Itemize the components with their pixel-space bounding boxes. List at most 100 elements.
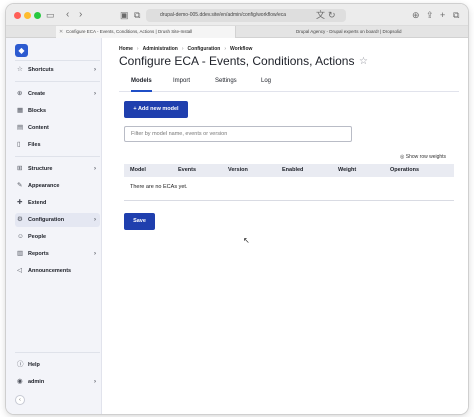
sidebar-toggle-icon[interactable]: ▭ <box>46 9 55 21</box>
new-tab-icon[interactable]: + <box>440 9 445 21</box>
column-events: Events <box>178 167 197 173</box>
forward-icon[interactable]: › <box>79 9 82 21</box>
sidebar-item-help[interactable]: ⓘ Help <box>15 358 100 372</box>
chevron-right-icon: › <box>94 166 96 172</box>
back-icon[interactable]: ‹ <box>66 9 69 21</box>
save-button[interactable]: Save <box>124 213 155 230</box>
chart-icon: ▥ <box>17 250 24 257</box>
close-window-button[interactable] <box>14 12 21 19</box>
chevron-left-icon: ‹ <box>19 397 21 403</box>
breadcrumb-separator: › <box>224 46 226 52</box>
table-header: Model Events Version Enabled Weight Oper… <box>124 164 454 177</box>
tab-overview-icon[interactable]: ⧉ <box>134 9 140 21</box>
sidebar-item-label: Content <box>28 125 49 131</box>
breadcrumb-configuration[interactable]: Configuration <box>188 46 221 52</box>
megaphone-icon: ◁ <box>17 267 22 274</box>
breadcrumb-administration[interactable]: Administration <box>143 46 178 52</box>
collapse-sidebar-button[interactable]: ‹ <box>15 395 25 405</box>
wrench-icon: ⚙ <box>17 216 23 223</box>
drupal-logo-icon[interactable]: ◆ <box>15 44 28 57</box>
sidebar-item-admin[interactable]: ◉ admin › <box>15 375 100 389</box>
show-row-weights-link[interactable]: ◎ Show row weights <box>400 154 446 160</box>
browser-window: ▭ ‹ › ▣ ⧉ drupal-demo-005.ddev.site/en/a… <box>6 4 468 414</box>
document-icon: ▤ <box>17 124 24 131</box>
sidebar-item-label: Reports <box>28 251 49 257</box>
close-tab-icon[interactable]: ✕ <box>59 26 63 38</box>
sidebar-item-label: Structure <box>28 166 53 172</box>
tabs-icon[interactable]: ⧉ <box>453 9 459 21</box>
breadcrumb-separator: › <box>136 46 139 52</box>
chevron-right-icon: › <box>94 67 96 73</box>
browser-tab-label: Drupal Agency - Drupal experts on board!… <box>296 29 402 34</box>
star-icon: ☆ <box>17 66 23 73</box>
minimize-window-button[interactable] <box>24 12 31 19</box>
column-weight: Weight <box>338 167 357 173</box>
tab-models[interactable]: Models <box>131 76 152 92</box>
breadcrumb-separator: › <box>181 46 184 52</box>
reload-icon[interactable]: ↻ <box>328 9 336 21</box>
sidebar-item-files[interactable]: ▯ Files <box>15 138 100 152</box>
show-row-weights-label: Show row weights <box>405 154 447 160</box>
download-icon[interactable]: ⊕ <box>412 9 420 21</box>
sidebar-item-label: Blocks <box>28 108 47 114</box>
chevron-right-icon: › <box>94 217 96 223</box>
table-divider <box>124 200 454 201</box>
add-new-model-button[interactable]: + Add new model <box>124 101 188 118</box>
sidebar-item-reports[interactable]: ▥ Reports › <box>15 247 100 261</box>
sidebar-item-label: Shortcuts <box>28 67 54 73</box>
tab-import[interactable]: Import <box>173 76 190 86</box>
sidebar-item-configuration[interactable]: ⚙ Configuration › <box>15 213 100 227</box>
browser-titlebar: ▭ ‹ › ▣ ⧉ drupal-demo-005.ddev.site/en/a… <box>6 4 468 26</box>
column-enabled: Enabled <box>282 167 304 173</box>
chevron-right-icon: › <box>94 251 96 257</box>
column-model: Model <box>130 167 146 173</box>
mouse-cursor-icon: ↖ <box>243 236 250 245</box>
sidebar-item-people[interactable]: ☺ People <box>15 230 100 244</box>
chevron-right-icon: › <box>94 91 96 97</box>
sidebar-item-shortcuts[interactable]: ☆ Shortcuts › <box>15 63 100 77</box>
browser-tab-eca[interactable]: ✕ Configure ECA - Events, Conditions, Ac… <box>56 26 236 38</box>
column-operations: Operations <box>390 167 420 173</box>
brush-icon: ✎ <box>17 182 23 189</box>
sidebar-item-label: Files <box>28 142 41 148</box>
sidebar-divider <box>15 156 100 157</box>
tab-settings[interactable]: Settings <box>215 76 237 86</box>
blocks-icon: ▦ <box>17 107 24 114</box>
sidebar-item-label: Help <box>28 362 40 368</box>
people-icon: ☺ <box>17 233 24 240</box>
page-tabs: Models Import Settings Log <box>119 76 459 92</box>
sidebar-item-label: Create <box>28 91 46 97</box>
chevron-right-icon: › <box>94 379 96 385</box>
sidebar-item-appearance[interactable]: ✎ Appearance <box>15 179 100 193</box>
sidebar-divider <box>15 352 100 353</box>
breadcrumb-home[interactable]: Home <box>119 46 133 52</box>
breadcrumb-workflow[interactable]: Workflow <box>230 46 252 52</box>
column-version: Version <box>228 167 248 173</box>
sidebar-item-announcements[interactable]: ◁ Announcements <box>15 264 100 278</box>
share-icon[interactable]: ⇪ <box>426 9 434 21</box>
browser-tab-label: Configure ECA - Events, Conditions, Acti… <box>66 29 193 34</box>
sidebar-item-content[interactable]: ▤ Content <box>15 121 100 135</box>
user-icon: ◉ <box>17 378 23 385</box>
filter-input[interactable]: Filter by model name, events or version <box>124 126 352 142</box>
breadcrumb: Home › Administration › Configuration › Workfl… <box>119 46 252 52</box>
browser-tab-agency[interactable]: Drupal Agency - Drupal experts on board!… <box>286 26 446 38</box>
star-icon[interactable]: ☆ <box>359 56 368 67</box>
sidebar-item-extend[interactable]: ✚ Extend <box>15 196 100 210</box>
sidebar-item-label: Extend <box>28 200 47 206</box>
sidebar-item-structure[interactable]: ⊞ Structure › <box>15 162 100 176</box>
sidebar-item-label: Announcements <box>28 268 72 274</box>
translate-icon[interactable]: 文 <box>316 9 325 21</box>
page-title: Configure ECA - Events, Conditions, Acti… <box>119 54 355 68</box>
extension-icon[interactable]: ▣ <box>120 9 129 21</box>
sidebar-item-blocks[interactable]: ▦ Blocks <box>15 104 100 118</box>
sidebar-divider <box>15 60 100 61</box>
admin-sidebar: ◆ ☆ Shortcuts › ⊕ Create › ▦ Blocks ▤ Co… <box>6 38 102 414</box>
maximize-window-button[interactable] <box>34 12 41 19</box>
sidebar-item-label: admin <box>28 379 45 385</box>
sidebar-divider <box>15 81 100 82</box>
file-icon: ▯ <box>17 141 21 148</box>
sidebar-item-create[interactable]: ⊕ Create › <box>15 87 100 101</box>
tab-log[interactable]: Log <box>261 76 271 86</box>
sidebar-item-label: People <box>28 234 47 240</box>
